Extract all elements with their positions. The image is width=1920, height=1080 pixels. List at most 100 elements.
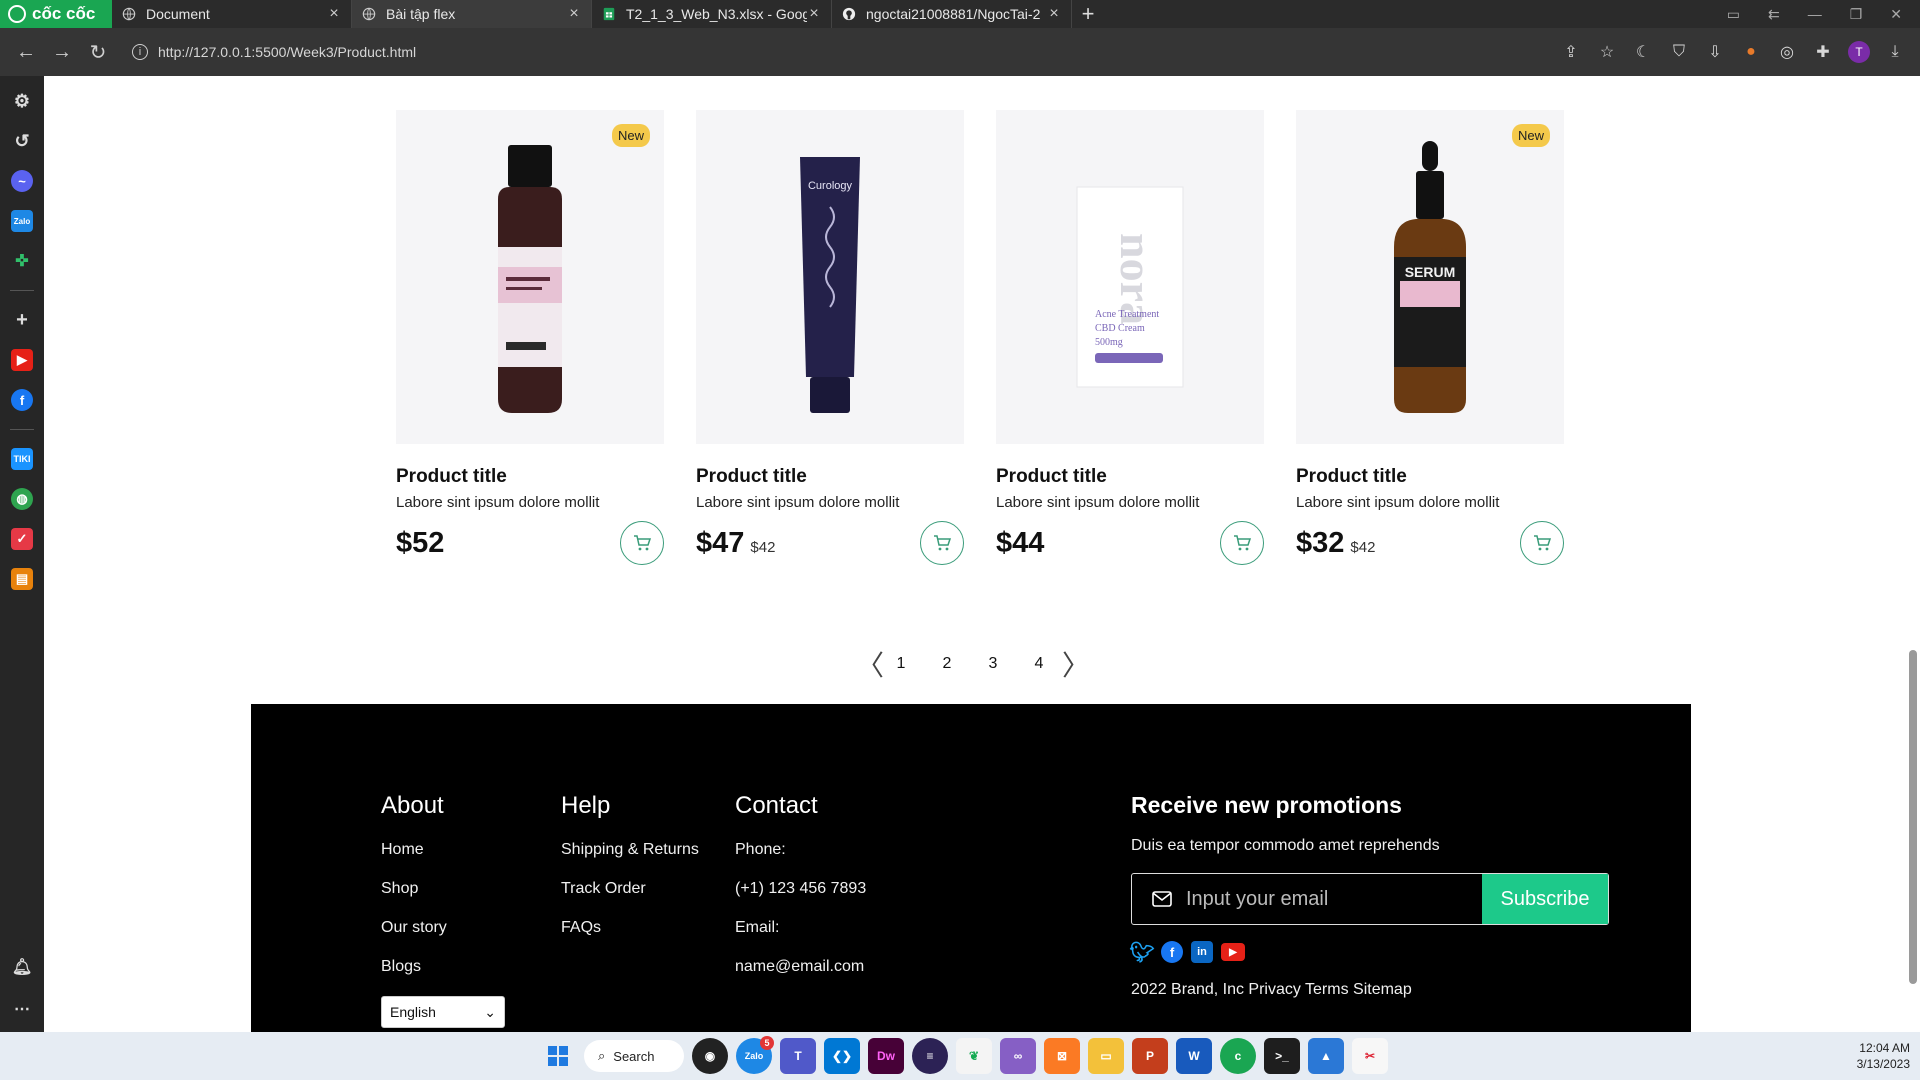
product-card[interactable]: nora Acne Treatment CBD Cream 500mg Prod… bbox=[996, 110, 1264, 565]
notification-bell-icon[interactable]: 🔔︎ bbox=[11, 956, 33, 978]
shield-icon[interactable]: ⛉ bbox=[1668, 41, 1690, 63]
gamepad-icon[interactable]: ✜ bbox=[11, 250, 33, 272]
footer-link-our-story[interactable]: Our story bbox=[381, 916, 505, 939]
earth-app-icon[interactable]: ◍ bbox=[11, 488, 33, 510]
windows-start-icon[interactable] bbox=[540, 1038, 576, 1074]
footer-link-faqs[interactable]: FAQs bbox=[561, 916, 699, 939]
youtube-icon[interactable]: ▶ bbox=[11, 349, 33, 371]
more-options-icon[interactable]: ⋯ bbox=[11, 998, 33, 1020]
footer-link-track-order[interactable]: Track Order bbox=[561, 877, 699, 900]
forward-arrow-icon[interactable]: → bbox=[44, 34, 80, 70]
footer-link-blogs[interactable]: Blogs bbox=[381, 955, 505, 978]
profile-avatar[interactable]: T bbox=[1848, 41, 1870, 63]
minimize-icon[interactable]: — bbox=[1808, 6, 1822, 22]
file-explorer-icon[interactable]: ▭ bbox=[1088, 1038, 1124, 1074]
page-link-2[interactable]: 2 bbox=[924, 655, 970, 673]
vscode-icon[interactable]: ❮❯ bbox=[824, 1038, 860, 1074]
add-app-icon[interactable]: + bbox=[11, 309, 33, 331]
facebook-icon[interactable]: f bbox=[1161, 941, 1183, 963]
extension-fox-icon[interactable]: ● bbox=[1740, 41, 1762, 63]
zalo-taskbar-icon[interactable]: Zalo 5 bbox=[736, 1036, 774, 1074]
browser-brand[interactable]: cốc cốc bbox=[0, 0, 112, 28]
product-image[interactable]: New SERUM bbox=[1296, 110, 1564, 444]
add-to-cart-button[interactable] bbox=[1520, 521, 1564, 565]
page-link-4[interactable]: 4 bbox=[1016, 655, 1062, 673]
new-tab-button[interactable]: + bbox=[1072, 0, 1104, 28]
email-input[interactable]: Input your email bbox=[1132, 874, 1482, 924]
prev-page-arrow-icon[interactable]: 〈 bbox=[856, 644, 884, 684]
contact-email-address[interactable]: name@email.com bbox=[735, 955, 866, 978]
visual-studio-icon[interactable]: ∞ bbox=[1000, 1038, 1036, 1074]
terminal-icon[interactable]: >_ bbox=[1264, 1038, 1300, 1074]
product-image[interactable]: New bbox=[396, 110, 664, 444]
page-link-1[interactable]: 1 bbox=[878, 655, 924, 673]
coccoc-taskbar-icon[interactable]: c bbox=[1220, 1038, 1256, 1074]
powerpoint-icon[interactable]: P bbox=[1132, 1038, 1168, 1074]
back-arrow-icon[interactable]: ← bbox=[8, 34, 44, 70]
download-icon[interactable]: ⇩ bbox=[1704, 41, 1726, 63]
close-window-icon[interactable]: ✕ bbox=[1890, 6, 1902, 23]
history-icon[interactable]: ↺ bbox=[11, 130, 33, 152]
compass-icon[interactable]: ◎ bbox=[1776, 41, 1798, 63]
product-title[interactable]: Product title bbox=[1296, 466, 1564, 488]
footer-link-home[interactable]: Home bbox=[381, 838, 505, 861]
scrollbar-thumb[interactable] bbox=[1909, 650, 1917, 984]
todo-check-icon[interactable]: ✓ bbox=[11, 528, 33, 550]
subscribe-button[interactable]: Subscribe bbox=[1482, 874, 1608, 924]
url-field[interactable]: i http://127.0.0.1:5500/Week3/Product.ht… bbox=[126, 34, 1526, 70]
add-to-cart-button[interactable] bbox=[1220, 521, 1264, 565]
zalo-icon[interactable]: Zalo bbox=[11, 210, 33, 232]
tab-close-icon[interactable]: × bbox=[1047, 5, 1061, 23]
tab-google-sheets[interactable]: T2_1_3_Web_N3.xlsx - Googl × bbox=[592, 0, 832, 28]
restore-icon[interactable]: ❐ bbox=[1850, 6, 1863, 23]
product-card[interactable]: New Product title Labore sint ipsum dolo… bbox=[396, 110, 664, 565]
add-to-cart-button[interactable] bbox=[620, 521, 664, 565]
info-icon[interactable]: i bbox=[132, 44, 148, 60]
eclipse-icon[interactable]: ≡ bbox=[912, 1038, 948, 1074]
product-card[interactable]: New SERUM Product title Labore sint ipsu… bbox=[1296, 110, 1564, 565]
messenger-icon[interactable]: ~ bbox=[11, 170, 33, 192]
star-icon[interactable]: ☆ bbox=[1596, 41, 1618, 63]
xampp-icon[interactable]: ⊠ bbox=[1044, 1038, 1080, 1074]
obs-icon[interactable]: ◉ bbox=[692, 1038, 728, 1074]
tab-document[interactable]: Document × bbox=[112, 0, 352, 28]
tab-close-icon[interactable]: × bbox=[807, 5, 821, 23]
cast-icon[interactable]: ▭ bbox=[1727, 6, 1740, 23]
twitter-icon[interactable]: 🐦︎ bbox=[1129, 941, 1154, 964]
next-page-arrow-icon[interactable]: 〉 bbox=[1062, 644, 1090, 684]
dark-mode-icon[interactable]: ☾ bbox=[1632, 41, 1654, 63]
downloads-tray-icon[interactable]: ⤓ bbox=[1884, 41, 1906, 63]
product-title[interactable]: Product title bbox=[396, 466, 664, 488]
screen-app-icon[interactable]: ▤ bbox=[11, 568, 33, 590]
product-image[interactable]: Curology bbox=[696, 110, 964, 444]
puzzle-icon[interactable]: ✚ bbox=[1812, 41, 1834, 63]
reload-icon[interactable]: ↻ bbox=[80, 34, 116, 70]
tab-close-icon[interactable]: × bbox=[327, 5, 341, 23]
teams-icon[interactable]: T bbox=[780, 1038, 816, 1074]
product-image[interactable]: nora Acne Treatment CBD Cream 500mg bbox=[996, 110, 1264, 444]
tab-bai-tap-flex[interactable]: Bài tập flex × bbox=[352, 0, 592, 28]
tab-close-icon[interactable]: × bbox=[567, 5, 581, 23]
system-clock[interactable]: 12:04 AM 3/13/2023 bbox=[1857, 1040, 1910, 1072]
language-select[interactable]: English ⌄ bbox=[381, 996, 505, 1028]
youtube-icon[interactable]: ▶ bbox=[1221, 943, 1245, 961]
tiki-icon[interactable]: TIKI bbox=[11, 448, 33, 470]
dreamweaver-icon[interactable]: Dw bbox=[868, 1038, 904, 1074]
add-to-cart-button[interactable] bbox=[920, 521, 964, 565]
footer-link-shipping[interactable]: Shipping & Returns bbox=[561, 838, 699, 861]
mongodb-icon[interactable]: ❦ bbox=[956, 1038, 992, 1074]
facebook-icon[interactable]: f bbox=[11, 389, 33, 411]
product-title[interactable]: Product title bbox=[996, 466, 1264, 488]
share-icon[interactable]: ⇪ bbox=[1560, 41, 1582, 63]
footer-link-shop[interactable]: Shop bbox=[381, 877, 505, 900]
word-icon[interactable]: W bbox=[1176, 1038, 1212, 1074]
page-link-3[interactable]: 3 bbox=[970, 655, 1016, 673]
page-scrollbar[interactable] bbox=[1906, 76, 1920, 1032]
settings-gear-icon[interactable]: ⚙ bbox=[11, 90, 33, 112]
taskbar-search[interactable]: ⌕ Search bbox=[584, 1040, 684, 1072]
linkedin-icon[interactable]: in bbox=[1191, 941, 1213, 963]
photos-icon[interactable]: ▲ bbox=[1308, 1038, 1344, 1074]
back-history-icon[interactable]: ⇇ bbox=[1768, 6, 1780, 23]
product-card[interactable]: Curology Product title Labore sint ipsum… bbox=[696, 110, 964, 565]
tab-github[interactable]: ngoctai21008881/NgocTai-2 × bbox=[832, 0, 1072, 28]
